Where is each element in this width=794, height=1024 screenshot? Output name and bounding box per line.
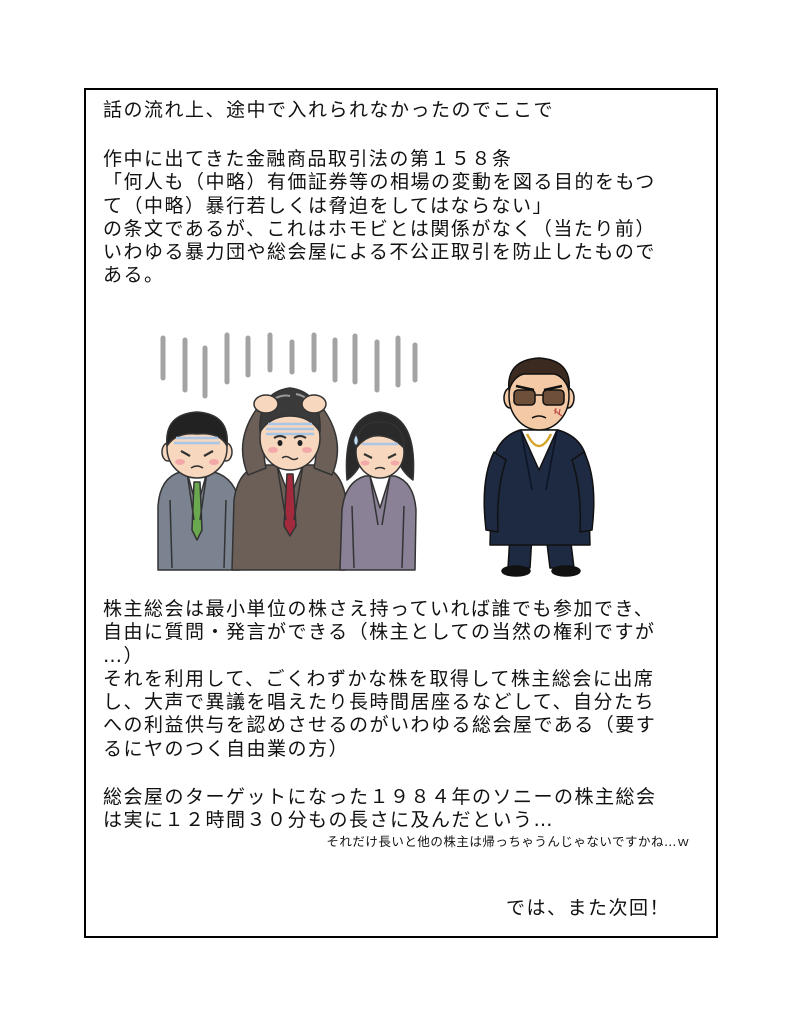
law-line: いわゆる暴力団や総会屋による不公正取引を防止したもので: [103, 241, 656, 264]
law-line: て（中略）暴行若しくは脅迫をしてはならない」: [103, 194, 554, 217]
hand: [253, 394, 279, 414]
explanation-line: 株主総会は最小単位の株さえ持っていれば誰でも参加でき、: [103, 598, 655, 620]
intro-paragraph: 話の流れ上、途中で入れられなかったのでここで: [103, 99, 713, 122]
eye: [297, 440, 303, 446]
worried-woman: [339, 411, 417, 571]
explanation-line: への利益供与を認めさせるのがいわゆる総会屋である（要す: [103, 714, 657, 737]
sokaiya-explanation-paragraph: 株主総会は最小単位の株さえ持っていれば誰でも参加でき、 自由に質問・発言ができる…: [103, 598, 713, 761]
law-line: 「何人も（中略）有価証券等の相場の変動を図る目的をもつ: [103, 171, 656, 194]
blush: [175, 459, 185, 465]
sokaiya-man: [483, 357, 595, 577]
law-line: の条文であるが、これはホモビとは関係がなく（当たり前）: [103, 217, 656, 240]
gloom-lines: [160, 332, 418, 399]
worried-man-left: [157, 411, 241, 571]
sony-meeting-paragraph: 総会屋のターゲットになった１９８４年のソニーの株主総会 は実に１２時間３０分もの…: [103, 786, 713, 833]
explanation-line: 自由に質問・発言ができる（株主としての当然の権利ですが: [103, 621, 656, 644]
shoe: [551, 565, 581, 577]
sony-line: 総会屋のターゲットになった１９８４年のソニーの株主総会: [103, 786, 657, 808]
law-line: 作中に出てきた金融商品取引法の第１５８条: [103, 148, 513, 170]
law-line: ある。: [103, 264, 165, 287]
sweat-drop-icon: [352, 433, 360, 447]
shoe: [501, 565, 531, 577]
law-paragraph: 作中に出てきた金融商品取引法の第１５８条 「何人も（中略）有価証券等の相場の変動…: [103, 148, 713, 288]
worried-man-middle: [231, 387, 347, 571]
hand: [301, 394, 327, 414]
closing-remark: では、また次回！: [505, 897, 670, 919]
blush: [360, 460, 370, 466]
explanation-line: し、大声で異議を唱えたり長時間居座るなどして、自分たち: [103, 691, 655, 714]
green-tie: [191, 481, 203, 541]
sunglasses-lens: [542, 389, 565, 406]
blush: [268, 447, 278, 453]
sony-line: は実に１２時間３０分もの長さに及んだという…: [103, 809, 555, 832]
explanation-line: それを利用して、ごくわずかな株を取得して株主総会に出席: [103, 667, 655, 690]
explanation-line: …）: [103, 644, 145, 667]
red-tie: [283, 473, 297, 537]
eye: [277, 440, 283, 446]
sunglasses-lens: [513, 389, 536, 406]
explanation-line: るにヤのつく自由業の方）: [103, 737, 350, 760]
blush: [209, 459, 219, 465]
intro-line: 話の流れ上、途中で入れられなかったのでここで: [103, 99, 555, 121]
aside-comment: それだけ長いと他の株主は帰っちゃうんじゃないですかね…ｗ: [326, 834, 690, 849]
illustration: [157, 332, 595, 577]
blush: [390, 460, 400, 466]
blush: [302, 447, 312, 453]
